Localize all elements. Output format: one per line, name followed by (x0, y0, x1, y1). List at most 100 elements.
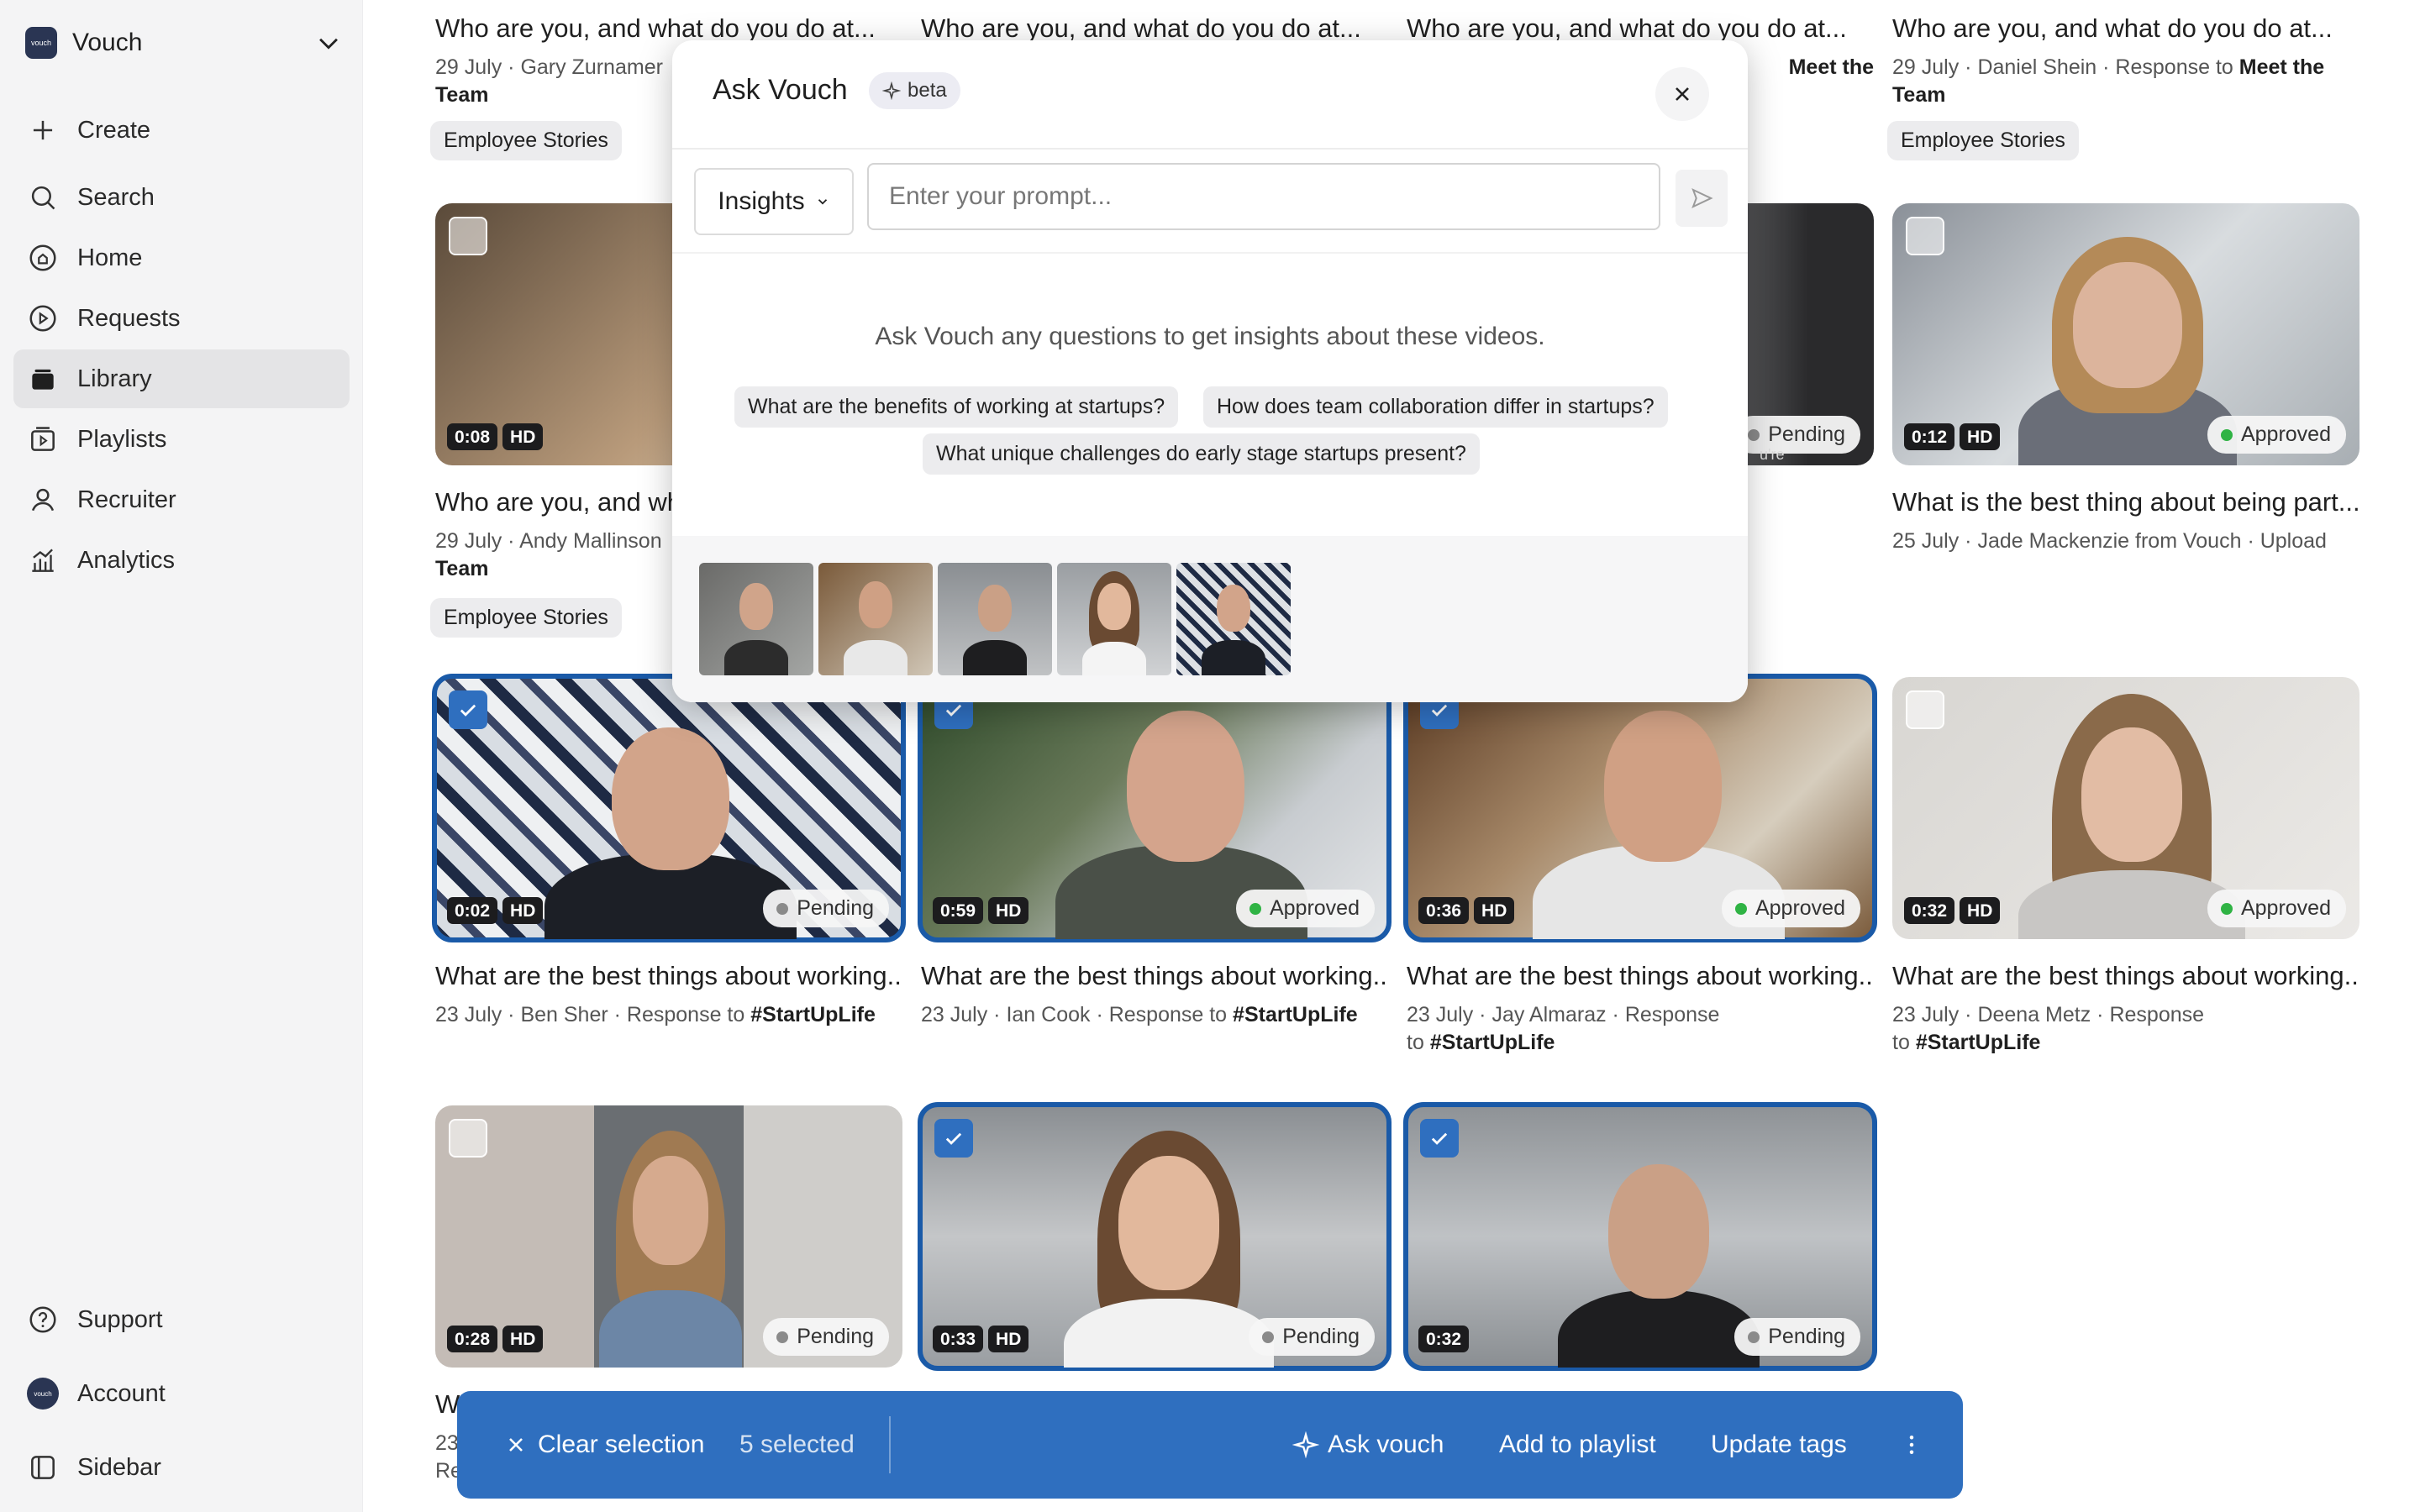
select-checkbox[interactable] (934, 1119, 973, 1158)
account-icon: vouch (27, 1378, 59, 1410)
video-card[interactable]: Who are you, and what do you do at... (921, 0, 1388, 44)
video-card[interactable]: 0:32 Pending (1403, 1102, 1877, 1371)
ask-vouch-modal: Ask Vouch beta Insights Ask Vouch any qu… (672, 40, 1748, 702)
clear-selection-button[interactable]: Clear selection (504, 1391, 704, 1499)
video-library: Who are you, and what do you do at... 29… (363, 0, 2420, 1512)
sparkle-icon (882, 81, 901, 100)
sidebar-item-support[interactable]: Support (13, 1290, 350, 1349)
selected-video-thumbnail (818, 563, 933, 675)
video-thumbnail[interactable]: 0:32 Pending (1403, 1102, 1877, 1371)
prompt-input[interactable] (867, 163, 1660, 230)
video-card[interactable]: Who are you, and what do you do at... 29… (1887, 0, 2360, 160)
tag-chip[interactable]: Employee Stories (430, 598, 622, 638)
sidebar-item-label: Support (77, 1305, 163, 1333)
sidebar-item-label: Sidebar (77, 1453, 161, 1481)
workspace-switcher[interactable]: vouch Vouch (25, 24, 343, 62)
select-checkbox[interactable] (1906, 690, 1944, 729)
send-icon (1691, 188, 1713, 208)
video-card[interactable]: 0:12 HD Approved What is the best thing a… (1892, 203, 2360, 555)
video-meta: 23 July · Deena Metz · Response to #Start… (1892, 1003, 2205, 1054)
video-thumbnail[interactable]: 0:59 HD Approved (918, 674, 1392, 942)
close-icon (509, 1438, 523, 1452)
ask-vouch-button[interactable]: Ask vouch (1292, 1391, 1444, 1499)
duration-badge: 0:08 (447, 423, 498, 450)
suggestion-chip[interactable]: What unique challenges do early stage st… (923, 433, 1480, 475)
tag-chip[interactable]: Employee Stories (430, 121, 622, 160)
sidebar-item-account[interactable]: vouch Account (13, 1364, 350, 1423)
chevron-down-icon (818, 199, 827, 205)
sidebar-item-label: Search (77, 183, 155, 211)
video-meta: 23 July · Jay Almaraz · Response to #Star… (1407, 1003, 1720, 1054)
video-thumbnail[interactable]: 0:28 HD Pending (435, 1105, 902, 1368)
thumbnail-caption: u're (1760, 446, 1785, 463)
status-badge: Approved (2207, 416, 2346, 454)
more-vertical-icon (1909, 1436, 1914, 1454)
duration-badge: 0:02 (447, 897, 498, 924)
duration-badge: 0:12 (1904, 423, 1955, 450)
status-badge: Approved (1235, 890, 1375, 927)
sidebar-item-sidebar[interactable]: Sidebar (13, 1438, 350, 1497)
video-thumbnail[interactable]: 0:36 HD Approved (1403, 674, 1877, 942)
hd-badge: HD (988, 897, 1029, 924)
home-icon (29, 244, 56, 271)
sidebar-item-create[interactable]: Create (13, 101, 350, 160)
mode-select[interactable]: Insights (694, 168, 854, 235)
sidebar-item-requests[interactable]: Requests (13, 289, 350, 348)
select-checkbox[interactable] (449, 217, 487, 255)
sidebar-item-recruiter[interactable]: Recruiter (13, 470, 350, 529)
status-badge: Pending (1734, 416, 1860, 454)
status-badge: Pending (763, 1318, 889, 1356)
video-card[interactable]: 0:02 HD Pending What are the best things … (432, 674, 906, 1029)
video-title: What is the best thing about being part.… (1892, 487, 2360, 517)
help-icon (29, 1306, 56, 1333)
update-tags-button[interactable]: Update tags (1711, 1391, 1847, 1499)
duration-badge: 0:36 (1418, 897, 1470, 924)
hd-badge: HD (1474, 897, 1515, 924)
workspace-name: Vouch (72, 29, 143, 56)
add-to-playlist-button[interactable]: Add to playlist (1499, 1391, 1656, 1499)
sidebar-item-label: Requests (77, 304, 181, 332)
suggestion-chip[interactable]: What are the benefits of working at star… (734, 386, 1179, 428)
selection-action-bar: Clear selection 5 selected Ask vouch Add… (457, 1391, 1963, 1499)
requests-icon (29, 305, 56, 332)
sidebar-item-search[interactable]: Search (13, 168, 350, 227)
select-checkbox[interactable] (1906, 217, 1944, 255)
status-badge: Pending (1734, 1318, 1860, 1356)
sidebar-item-label: Home (77, 244, 143, 271)
close-button[interactable] (1655, 67, 1709, 121)
hd-badge: HD (1960, 423, 2001, 450)
video-card[interactable]: 0:32 HD Approved What are the best things… (1892, 677, 2360, 1057)
video-title: What are the best things about working..… (1407, 961, 1874, 990)
select-checkbox[interactable] (449, 1119, 487, 1158)
sidebar-item-home[interactable]: Home (13, 228, 350, 287)
sparkle-icon (1292, 1431, 1319, 1458)
select-checkbox[interactable] (1420, 1119, 1459, 1158)
user-icon (31, 488, 55, 512)
mode-select-label: Insights (718, 187, 805, 215)
more-options-button[interactable] (1899, 1391, 1924, 1499)
sidebar-item-playlists[interactable]: Playlists (13, 410, 350, 469)
video-card[interactable]: 0:36 HD Approved What are the best things… (1403, 674, 1877, 1057)
select-checkbox[interactable] (449, 690, 487, 729)
video-thumbnail[interactable]: 0:33 HD Pending (918, 1102, 1392, 1371)
hd-badge: HD (502, 1326, 544, 1352)
sidebar-item-label: Playlists (77, 425, 167, 453)
ask-vouch-label: Ask vouch (1328, 1431, 1444, 1458)
status-badge: Pending (763, 890, 889, 927)
status-badge: Approved (1721, 890, 1860, 927)
analytics-icon (32, 549, 54, 572)
send-button[interactable] (1676, 170, 1728, 227)
suggestion-chip[interactable]: How does team collaboration differ in st… (1203, 386, 1668, 428)
tag-chip[interactable]: Employee Stories (1887, 121, 2079, 160)
sidebar-item-library[interactable]: Library (13, 349, 350, 408)
sidebar-item-analytics[interactable]: Analytics (13, 531, 350, 590)
search-icon (31, 186, 55, 210)
video-thumbnail[interactable]: 0:32 HD Approved (1892, 677, 2360, 939)
chevron-down-icon (319, 38, 338, 50)
video-card[interactable]: 0:59 HD Approved What are the best things… (918, 674, 1392, 1029)
hd-badge: HD (502, 423, 544, 450)
vouch-logo: vouch (25, 27, 57, 59)
video-thumbnail[interactable]: 0:12 HD Approved (1892, 203, 2360, 465)
video-card[interactable]: 0:33 HD Pending (918, 1102, 1392, 1371)
video-thumbnail[interactable]: 0:02 HD Pending (432, 674, 906, 942)
